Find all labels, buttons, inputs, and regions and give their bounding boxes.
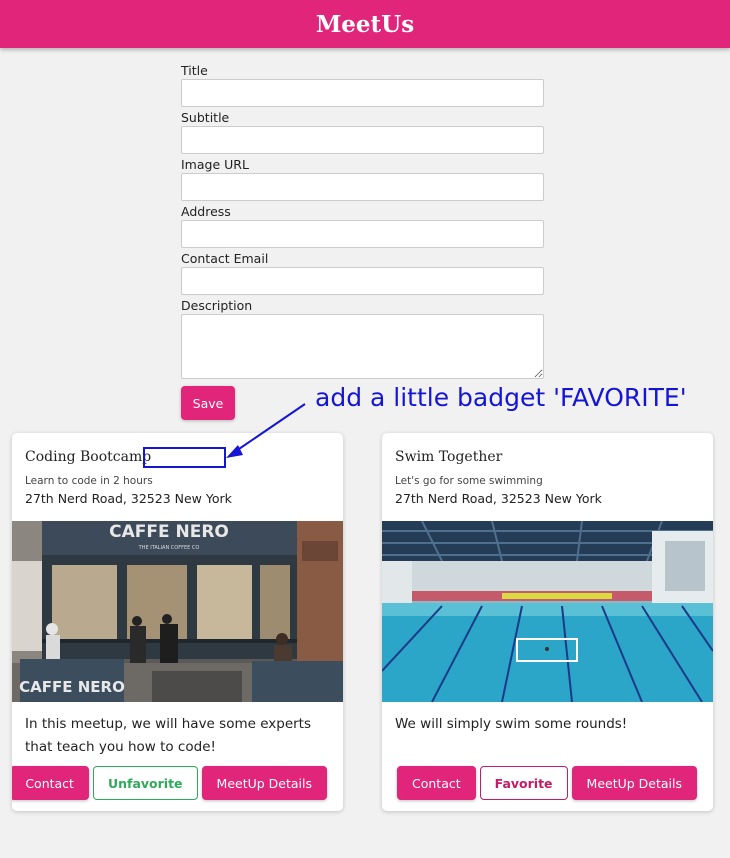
app-title: MeetUs (315, 10, 415, 38)
meetup-description: In this meetup, we will have some expert… (25, 716, 312, 755)
description-textarea[interactable] (181, 314, 544, 379)
meetup-title: Swim Together (395, 449, 503, 465)
address-label: Address (181, 204, 231, 219)
annotation-note: add a little badget 'FAVORITE' (315, 383, 687, 412)
cafe-tagline-text: THE ITALIAN COFFEE CO (138, 545, 200, 551)
meetup-image-pool (382, 521, 713, 702)
meetup-title: Coding Bootcamp (25, 449, 152, 465)
title-input[interactable] (181, 79, 544, 107)
meetup-card: Coding Bootcamp Learn to code in 2 hours… (12, 433, 343, 811)
cafe-sign-text: CAFFE NERO (109, 522, 229, 542)
meetup-details-button[interactable]: MeetUp Details (571, 766, 697, 800)
address-input[interactable] (181, 220, 544, 248)
meetup-address: 27th Nerd Road, 32523 New York (25, 491, 232, 506)
card-actions: Contact Favorite MeetUp Details (397, 766, 697, 800)
meetup-details-button[interactable]: MeetUp Details (201, 766, 327, 800)
subtitle-input[interactable] (181, 126, 544, 154)
description-label: Description (181, 298, 253, 313)
contact-email-label: Contact Email (181, 251, 269, 266)
favorite-button[interactable]: Favorite (479, 766, 568, 800)
subtitle-label: Subtitle (181, 110, 230, 125)
meetup-image-cafe: CAFFE NERO THE ITALIAN COFFEE CO CAFFE N… (12, 521, 343, 702)
meetup-subtitle: Let's go for some swimming (395, 475, 543, 487)
unfavorite-button[interactable]: Unfavorite (92, 766, 198, 800)
save-button[interactable]: Save (181, 386, 235, 420)
meetup-card: Swim Together Let's go for some swimming… (382, 433, 713, 811)
app-header: MeetUs (0, 0, 730, 48)
meetup-address: 27th Nerd Road, 32523 New York (395, 491, 602, 506)
image-url-label: Image URL (181, 157, 249, 172)
new-meetup-form: Title Subtitle Image URL Address Contact… (181, 60, 544, 420)
meetup-description: We will simply swim some rounds! (395, 716, 628, 732)
image-url-input[interactable] (181, 173, 544, 201)
title-label: Title (181, 63, 208, 78)
cafe-awning-text: CAFFE NERO (19, 678, 125, 696)
contact-email-input[interactable] (181, 267, 544, 295)
favorite-badge-placeholder (143, 447, 226, 468)
contact-button[interactable]: Contact (12, 766, 89, 800)
contact-button[interactable]: Contact (397, 766, 476, 800)
card-actions: Contact Unfavorite MeetUp Details (12, 766, 327, 800)
meetup-subtitle: Learn to code in 2 hours (25, 475, 153, 487)
